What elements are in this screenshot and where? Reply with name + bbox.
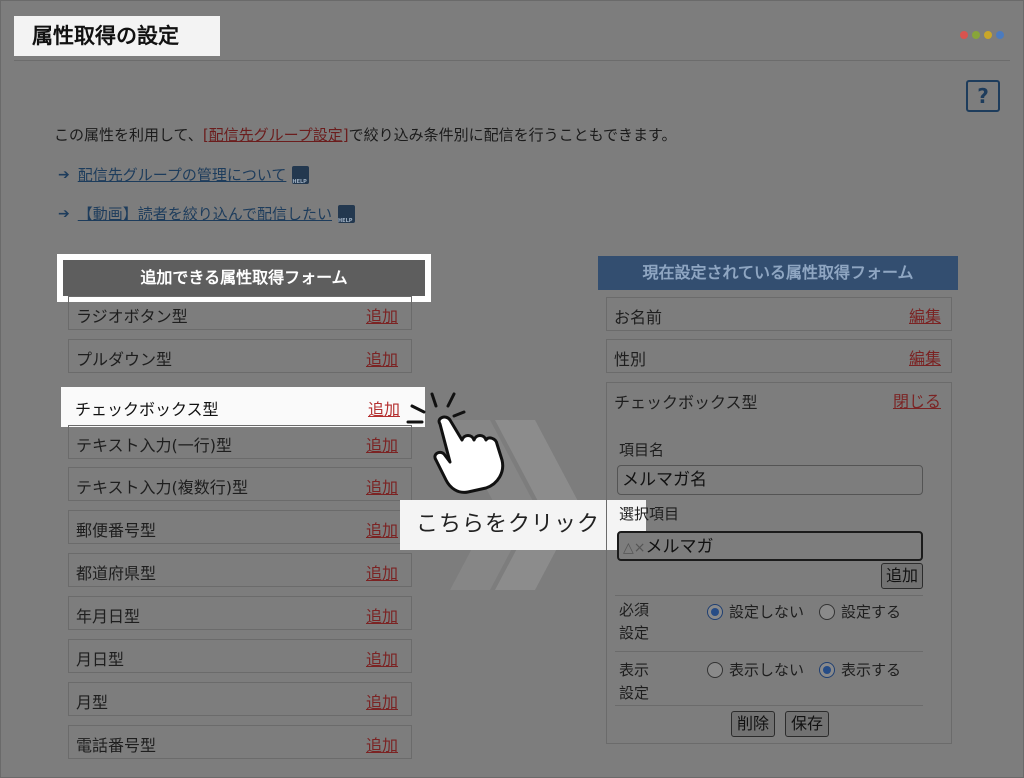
- available-forms-header: 追加できる属性取得フォーム: [57, 254, 431, 302]
- form-type-row: 月型 追加: [68, 682, 412, 716]
- form-type-label: 電話番号型: [76, 736, 157, 755]
- form-type-label: 都道府県型: [76, 564, 157, 583]
- form-type-row-highlighted: チェックボックス型 追加: [61, 387, 425, 427]
- current-forms-header: 現在設定されている属性取得フォーム: [598, 256, 958, 290]
- form-type-row: プルダウン型 追加: [68, 339, 412, 373]
- help-link-video[interactable]: ➔ 【動画】読者を絞り込んで配信したい: [58, 203, 355, 224]
- radio-label: 設定しない: [729, 603, 805, 621]
- form-type-label: ラジオボタン型: [76, 307, 188, 326]
- form-type-label: 月型: [76, 693, 109, 712]
- add-link[interactable]: 追加: [366, 474, 398, 498]
- dot-blue: [996, 31, 1004, 39]
- form-type-label: 年月日型: [76, 607, 141, 626]
- edit-link[interactable]: 編集: [909, 345, 941, 369]
- add-link[interactable]: 追加: [366, 346, 398, 370]
- display-off-radio[interactable]: 表示しない: [707, 659, 804, 680]
- help-link-group-management[interactable]: ➔ 配信先グループの管理について: [58, 164, 310, 185]
- required-setting-label: 必須 設定: [619, 601, 650, 642]
- intro-before: この属性を利用して、: [54, 126, 203, 144]
- form-type-label: テキスト入力(一行)型: [76, 436, 233, 455]
- display-setting-label: 表示 設定: [619, 661, 650, 702]
- add-link[interactable]: 追加: [366, 560, 398, 584]
- row-divider: [615, 705, 923, 706]
- add-link[interactable]: 追加: [366, 689, 398, 713]
- add-link[interactable]: 追加: [366, 517, 398, 541]
- radio-selected-icon: [819, 661, 835, 678]
- current-form-row: お名前 編集: [606, 297, 952, 331]
- edit-link[interactable]: 編集: [909, 303, 941, 327]
- checkbox-form-editor: チェックボックス型 閉じる 項目名 メルマガ名 選択項目 △×メルマガ 追加 必…: [606, 382, 952, 744]
- form-type-row: 電話番号型 追加: [68, 725, 412, 759]
- form-type-label: 郵便番号型: [76, 521, 157, 540]
- add-link-checkbox[interactable]: 追加: [368, 396, 400, 420]
- form-type-row: テキスト入力(一行)型 追加: [68, 425, 412, 459]
- dot-yellow: [984, 31, 992, 39]
- radio-unselected-icon: [819, 603, 835, 620]
- required-off-radio[interactable]: 設定しない: [707, 601, 804, 622]
- radio-label: 表示する: [841, 661, 902, 679]
- required-on-radio[interactable]: 設定する: [819, 601, 901, 622]
- current-form-row: 性別 編集: [606, 339, 952, 373]
- current-form-label: 性別: [614, 350, 647, 369]
- intro-text: この属性を利用して、[配信先グループ設定]で絞り込み条件別に配信を行うこともでき…: [54, 124, 677, 145]
- choice-label: 選択項目: [619, 505, 680, 523]
- form-type-row: テキスト入力(複数行)型 追加: [68, 467, 412, 501]
- dot-green: [972, 31, 980, 39]
- header-dots: [960, 31, 1004, 39]
- pointing-hand-icon: [406, 392, 505, 494]
- add-link[interactable]: 追加: [366, 646, 398, 670]
- page-title: 属性取得の設定: [14, 16, 220, 56]
- help-book-icon: [292, 165, 310, 185]
- form-type-label: テキスト入力(複数行)型: [76, 478, 249, 497]
- form-type-row: 郵便番号型 追加: [68, 510, 412, 544]
- add-link[interactable]: 追加: [366, 432, 398, 456]
- add-choice-button[interactable]: 追加: [881, 563, 923, 589]
- add-link[interactable]: 追加: [366, 732, 398, 756]
- form-type-row: ラジオボタン型 追加: [68, 296, 412, 330]
- dot-red: [960, 31, 968, 39]
- intro-after: で絞り込み条件別に配信を行うこともできます。: [348, 126, 677, 144]
- choice-value: メルマガ: [645, 537, 714, 557]
- delete-button[interactable]: 削除: [731, 711, 775, 737]
- arrow-right-icon: ➔: [58, 205, 70, 222]
- arrow-right-icon: ➔: [58, 166, 70, 183]
- editor-title: チェックボックス型: [614, 393, 758, 412]
- form-type-row: 月日型 追加: [68, 639, 412, 673]
- save-button[interactable]: 保存: [785, 711, 829, 737]
- radio-label: 表示しない: [729, 661, 805, 679]
- radio-label: 設定する: [841, 603, 902, 621]
- form-type-label: 月日型: [76, 650, 125, 669]
- row-divider: [615, 595, 923, 596]
- help-button[interactable]: ?: [966, 80, 1000, 112]
- item-name-input[interactable]: メルマガ名: [617, 465, 923, 495]
- help-book-icon: [338, 204, 355, 224]
- close-link[interactable]: 閉じる: [893, 388, 941, 412]
- choice-prefix: △×: [623, 540, 646, 556]
- radio-selected-icon: [707, 603, 723, 620]
- form-type-label: プルダウン型: [76, 350, 173, 369]
- radio-unselected-icon: [707, 661, 723, 678]
- current-form-label: お名前: [614, 308, 663, 327]
- item-name-label: 項目名: [619, 441, 665, 459]
- form-type-row: 年月日型 追加: [68, 596, 412, 630]
- help-link-label[interactable]: 【動画】読者を絞り込んで配信したい: [78, 203, 332, 224]
- choice-input[interactable]: △×メルマガ: [617, 531, 923, 561]
- add-link[interactable]: 追加: [366, 303, 398, 327]
- group-settings-link[interactable]: [配信先グループ設定]: [203, 126, 349, 144]
- available-forms-title: 追加できる属性取得フォーム: [63, 260, 425, 296]
- form-type-row: 都道府県型 追加: [68, 553, 412, 587]
- add-link[interactable]: 追加: [366, 603, 398, 627]
- title-divider: [14, 60, 1010, 61]
- form-type-label: チェックボックス型: [75, 400, 219, 419]
- row-divider: [615, 651, 923, 652]
- display-on-radio[interactable]: 表示する: [819, 659, 901, 680]
- help-link-label[interactable]: 配信先グループの管理について: [78, 164, 287, 185]
